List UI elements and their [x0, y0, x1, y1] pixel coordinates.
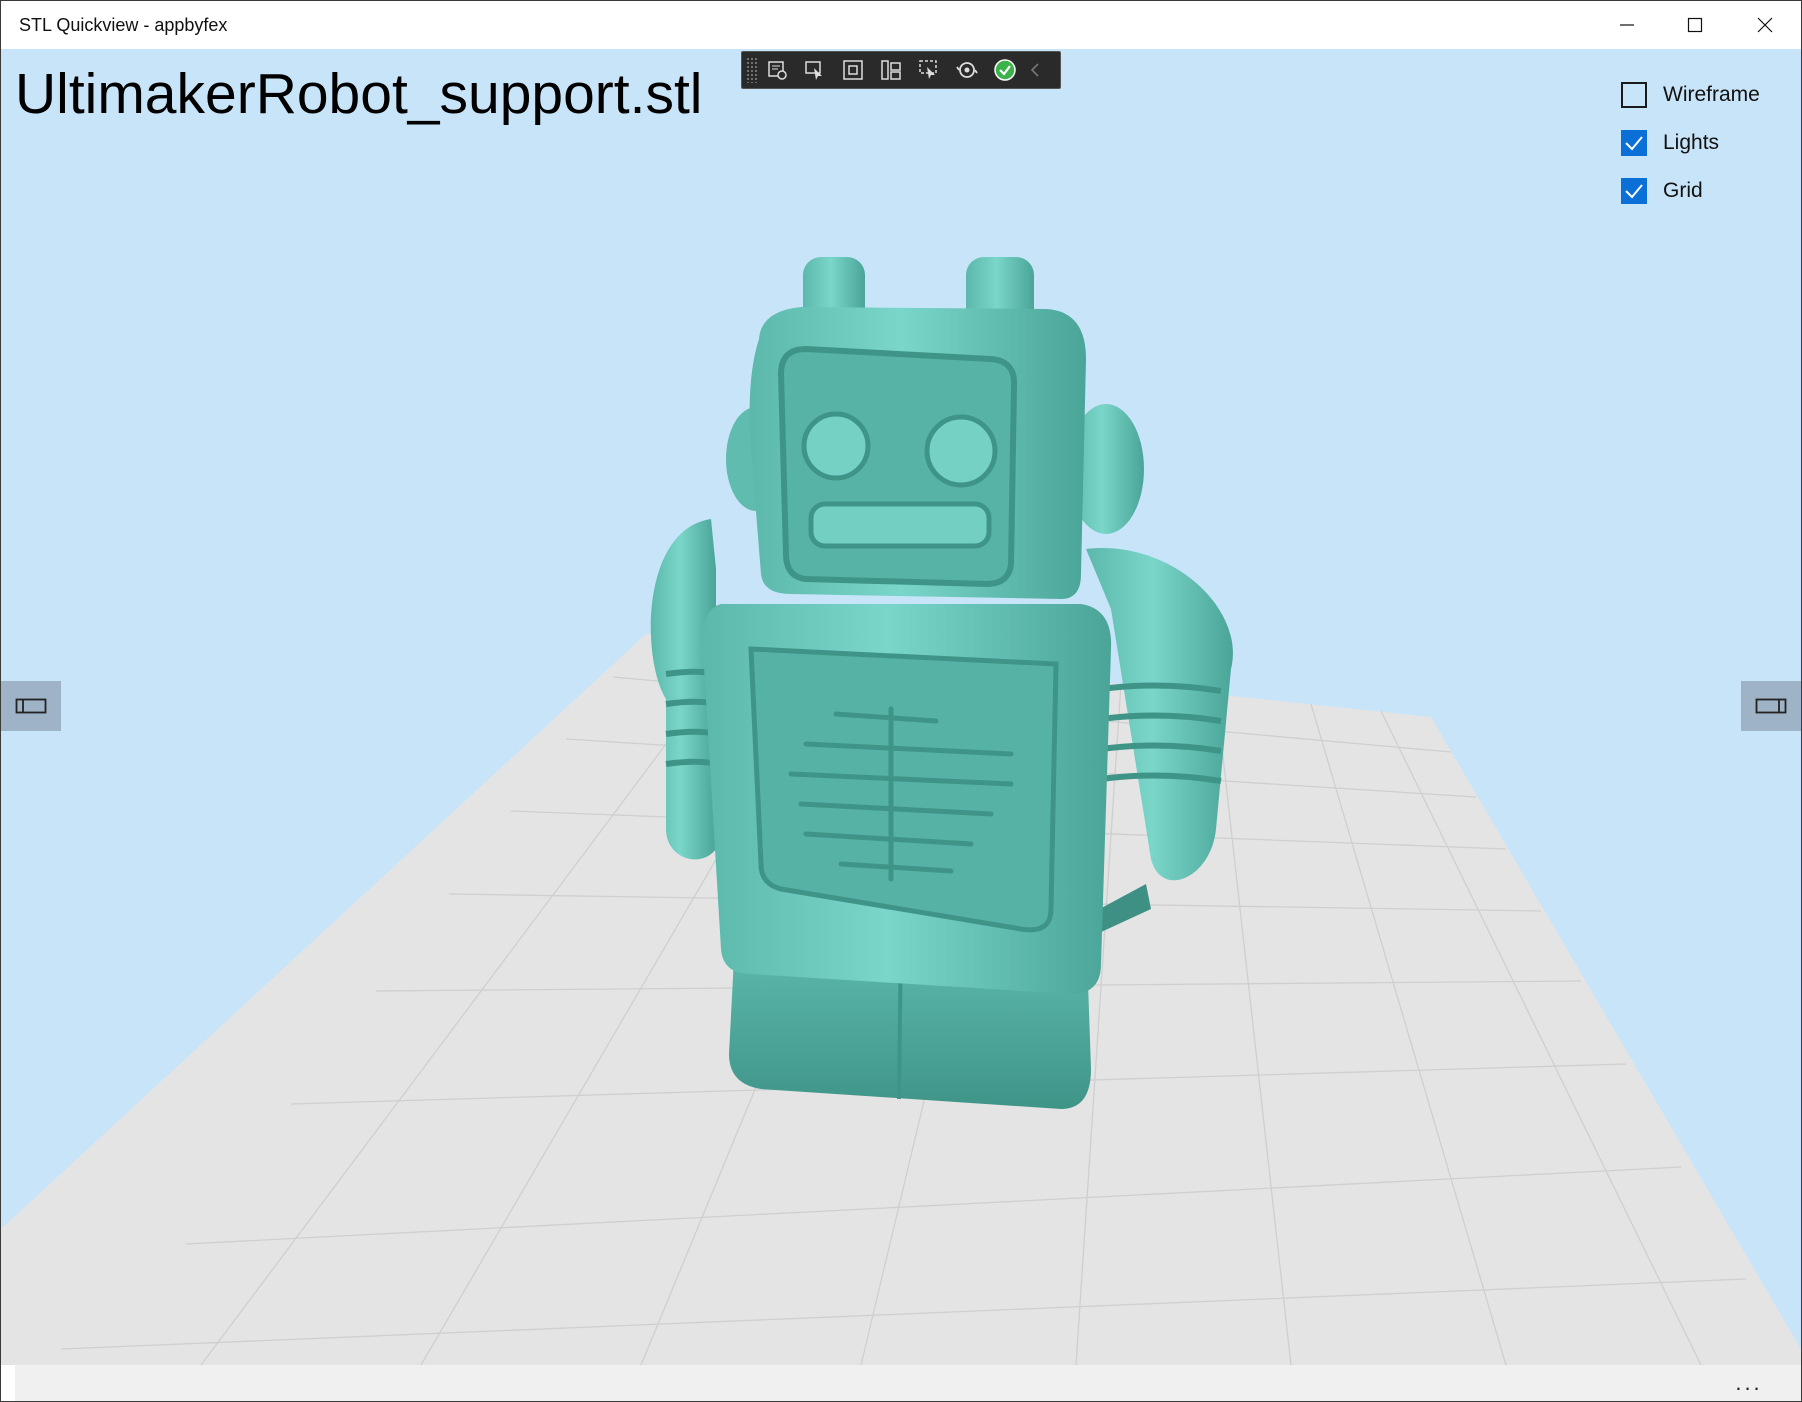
debug-toolbar[interactable] — [741, 51, 1061, 89]
left-panel-toggle[interactable] — [1, 681, 61, 731]
wireframe-label[interactable]: Wireframe — [1663, 83, 1760, 107]
toolbar-grip[interactable] — [746, 57, 758, 83]
right-panel-toggle[interactable] — [1741, 681, 1801, 731]
view-options-panel: Wireframe Lights Grid — [1621, 71, 1760, 215]
toolbar-button-layout-adorners[interactable] — [834, 53, 872, 87]
minimize-button[interactable] — [1593, 1, 1661, 49]
track-focused-element-icon — [881, 60, 901, 80]
toolbar-button-hot-reload[interactable] — [948, 53, 986, 87]
panel-left-icon — [15, 698, 47, 714]
toolbar-button-select-element[interactable] — [796, 53, 834, 87]
toolbar-button-status[interactable] — [986, 53, 1024, 87]
close-button[interactable] — [1731, 1, 1799, 49]
more-options-button[interactable]: ... — [1715, 1365, 1783, 1401]
minimize-icon — [1620, 24, 1634, 26]
model-filename: UltimakerRobot_support.stl — [15, 62, 703, 126]
grid-checkbox[interactable] — [1621, 178, 1647, 204]
select-element-icon — [805, 61, 822, 80]
window-title: STL Quickview - appbyfex — [19, 15, 228, 35]
toolbar-collapse-button[interactable] — [1024, 53, 1046, 87]
toolbar-button-preview-selection[interactable] — [910, 53, 948, 87]
3d-viewport[interactable]: UltimakerRobot_support.stl Wireframe Lig… — [1, 49, 1801, 1365]
close-icon — [1757, 17, 1773, 33]
display-layout-adorners-icon — [843, 60, 863, 80]
status-ok-icon — [994, 59, 1016, 81]
lights-checkbox[interactable] — [1621, 130, 1647, 156]
scene-canvas[interactable] — [1, 49, 1801, 1365]
bottom-app-bar: ... — [1, 1365, 1801, 1401]
grid-label[interactable]: Grid — [1663, 179, 1703, 203]
toolbar-button-visual-tree[interactable] — [758, 53, 796, 87]
live-visual-tree-icon — [768, 61, 787, 80]
toolbar-button-track-focus[interactable] — [872, 53, 910, 87]
option-wireframe[interactable]: Wireframe — [1621, 71, 1760, 119]
lights-label[interactable]: Lights — [1663, 131, 1719, 155]
panel-right-icon — [1755, 698, 1787, 714]
maximize-icon — [1687, 17, 1703, 33]
preview-selection-icon — [919, 60, 937, 79]
option-lights[interactable]: Lights — [1621, 119, 1760, 167]
app-bar-edge — [1, 1365, 15, 1401]
title-bar[interactable]: STL Quickview - appbyfex — [1, 1, 1801, 49]
checkmark-icon — [1625, 136, 1643, 151]
chevron-left-icon — [1030, 63, 1039, 77]
hot-reload-icon — [956, 62, 978, 78]
checkmark-icon — [1625, 184, 1643, 199]
maximize-button[interactable] — [1661, 1, 1729, 49]
app-window: STL Quickview - appbyfex UltimakerRobot_… — [0, 0, 1802, 1402]
wireframe-checkbox[interactable] — [1621, 82, 1647, 108]
option-grid[interactable]: Grid — [1621, 167, 1760, 215]
